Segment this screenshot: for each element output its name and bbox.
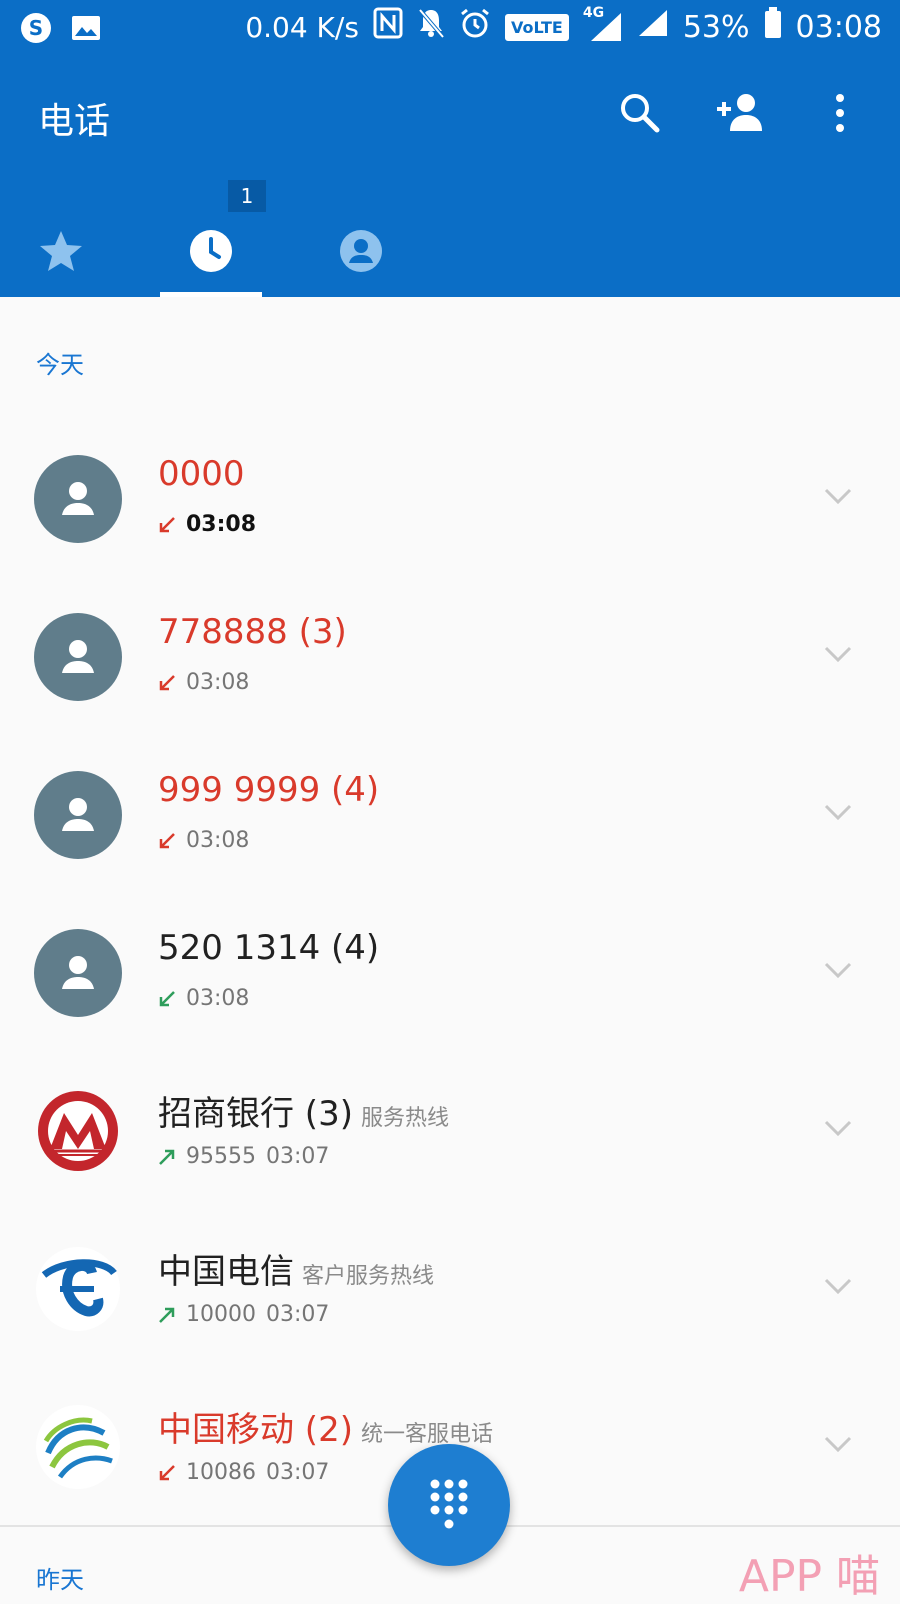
caller-name: 中国电信 <box>158 1252 294 1292</box>
star-icon <box>40 231 82 271</box>
avatar <box>34 771 122 859</box>
signal-icon <box>637 8 669 46</box>
app-bar: 电话 1 <box>0 55 900 297</box>
sogou-app-icon: S <box>18 10 54 46</box>
call-details: 03:08 <box>158 986 249 1011</box>
missed-call-icon <box>159 832 175 848</box>
avatar <box>34 455 122 543</box>
china-telecom-logo <box>34 1245 122 1333</box>
outgoing-call-icon <box>159 1149 175 1165</box>
chevron-down-icon[interactable] <box>822 954 854 986</box>
call-number: 10086 <box>186 1460 256 1485</box>
chevron-down-icon[interactable] <box>822 796 854 828</box>
svg-text:S: S <box>29 16 43 40</box>
caller-name-group: 中国电信 客户服务热线 <box>158 1244 434 1293</box>
call-details: 03:08 <box>158 512 256 537</box>
section-today: 今天 <box>36 351 84 379</box>
call-time: 03:08 <box>186 828 250 853</box>
call-details: 03:08 <box>158 670 249 695</box>
alarm-icon <box>459 7 491 47</box>
caller-description: 服务热线 <box>360 1106 449 1131</box>
caller-name: 778888 (3) <box>158 612 347 652</box>
call-details: 95555 03:07 <box>158 1144 329 1169</box>
more-options-button[interactable] <box>810 83 870 143</box>
search-button[interactable] <box>610 83 670 143</box>
call-number: 10000 <box>186 1302 256 1327</box>
person-icon <box>62 482 94 515</box>
caller-name-group: 招商银行 (3) 服务热线 <box>158 1086 449 1135</box>
person-icon <box>62 956 94 989</box>
person-icon <box>62 640 94 673</box>
tab-favorites[interactable] <box>10 205 112 297</box>
network-speed: 0.04 K/s <box>245 10 359 44</box>
volte-badge: VoLTE <box>504 13 569 41</box>
clock-time: 03:08 <box>795 9 882 45</box>
clock-icon <box>190 230 232 272</box>
watermark: APP 喵 <box>738 1551 880 1602</box>
tab-contacts[interactable] <box>310 205 412 297</box>
call-row[interactable]: 520 1314 (4) 03:08 <box>0 906 900 1056</box>
search-icon <box>621 94 660 133</box>
chevron-down-icon[interactable] <box>822 1270 854 1302</box>
cmb-bank-logo <box>34 1087 122 1175</box>
call-time: 03:08 <box>186 986 250 1011</box>
contacts-icon <box>340 230 382 272</box>
chevron-down-icon[interactable] <box>822 1428 854 1460</box>
signal-4g-icon: 4G <box>583 5 623 43</box>
chevron-down-icon[interactable] <box>822 638 854 670</box>
call-row[interactable]: 999 9999 (4) 03:08 <box>0 748 900 898</box>
person-icon <box>62 798 94 831</box>
avatar <box>34 929 122 1017</box>
missed-call-icon <box>159 674 175 690</box>
call-row[interactable]: 中国电信 客户服务热线 10000 03:07 <box>0 1222 900 1372</box>
battery-percent: 53% <box>682 9 750 45</box>
call-row[interactable]: 778888 (3) 03:08 <box>0 590 900 740</box>
add-contact-button[interactable] <box>710 83 770 143</box>
caller-description: 客户服务热线 <box>302 1264 435 1289</box>
add-contact-icon <box>717 94 762 131</box>
more-icon <box>836 94 844 132</box>
call-details: 10000 03:07 <box>158 1302 329 1327</box>
missed-call-icon <box>159 1464 175 1480</box>
dialpad-icon <box>430 1479 468 1529</box>
tab-recents[interactable] <box>160 205 262 297</box>
nfc-icon <box>373 7 403 47</box>
china-mobile-logo <box>34 1403 122 1491</box>
avatar <box>34 613 122 701</box>
section-yesterday: 昨天 <box>36 1566 84 1594</box>
caller-name: 招商银行 (3) <box>158 1094 353 1134</box>
mute-notification-icon <box>417 7 445 47</box>
call-row[interactable]: 0000 03:08 <box>0 432 900 582</box>
call-details: 03:08 <box>158 828 249 853</box>
caller-name: 0000 <box>158 454 245 494</box>
tab-bar <box>0 205 900 297</box>
chevron-down-icon[interactable] <box>822 1112 854 1144</box>
caller-description: 统一客服电话 <box>360 1422 493 1447</box>
caller-name: 999 9999 (4) <box>158 770 380 810</box>
call-number: 95555 <box>186 1144 256 1169</box>
incoming-call-icon <box>159 990 175 1006</box>
call-time: 03:08 <box>186 670 250 695</box>
chevron-down-icon[interactable] <box>822 480 854 512</box>
image-notification-icon <box>68 10 104 46</box>
battery-icon <box>764 7 782 47</box>
caller-name: 520 1314 (4) <box>158 928 380 968</box>
call-time: 03:07 <box>266 1460 330 1485</box>
dialpad-button[interactable] <box>388 1444 510 1566</box>
outgoing-call-icon <box>159 1307 175 1323</box>
call-time: 03:07 <box>266 1144 330 1169</box>
missed-call-icon <box>159 516 175 532</box>
status-bar: S 0.04 K/s VoLTE 4G 53% 03:08 <box>0 0 900 55</box>
caller-name: 中国移动 (2) <box>158 1410 353 1450</box>
call-details: 10086 03:07 <box>158 1460 329 1485</box>
call-time: 03:08 <box>186 512 257 537</box>
call-time: 03:07 <box>266 1302 330 1327</box>
page-title: 电话 <box>38 101 111 142</box>
call-row[interactable]: 招商银行 (3) 服务热线 95555 03:07 <box>0 1064 900 1214</box>
